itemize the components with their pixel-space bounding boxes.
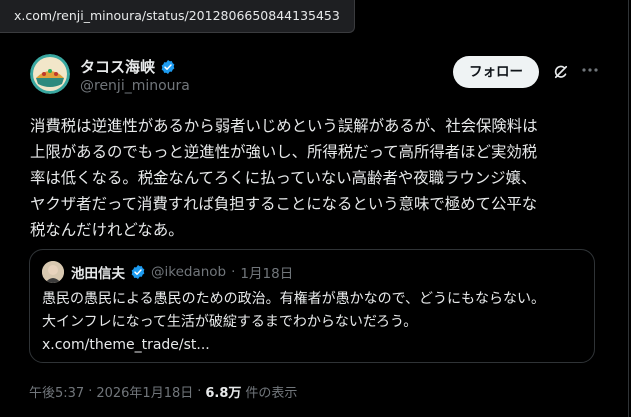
author-avatar[interactable] (30, 54, 70, 94)
quote-link[interactable]: x.com/theme_trade/st... (42, 337, 210, 353)
grok-icon[interactable] (552, 63, 570, 81)
author-display-name[interactable]: タコス海峡 (80, 56, 155, 77)
meta-separator: · (197, 384, 202, 399)
column-divider (628, 0, 629, 417)
url-status-chip: x.com/renji_minoura/status/2012806650844… (0, 0, 355, 33)
quote-body: 愚民の愚民による愚民のための政治。有権者が愚かなので、どうにもならない。 大イン… (42, 288, 587, 357)
tweet-header: タコス海峡 @renji_minoura フォロー (30, 54, 613, 102)
tweet-footer-meta: 午後5:37 · 2026年1月18日 · 6.8万 件の表示 (29, 382, 297, 401)
quote-header: 池田信夫 @ikedanob · 1月18日 (71, 262, 293, 282)
quote-date: 1月18日 (240, 266, 294, 282)
author-name-row: タコス海峡 (80, 56, 176, 77)
tweet-time[interactable]: 午後5:37 (29, 382, 84, 401)
views-label: 件の表示 (245, 386, 298, 401)
tweet-text: 消費税は逆進性があるから弱者いじめという誤解があるが、社会保険料は 上限があるの… (30, 117, 538, 239)
quote-author-name: 池田信夫 (71, 266, 125, 282)
quote-text: 愚民の愚民による愚民のための政治。有権者が愚かなので、どうにもならない。 大イン… (42, 291, 546, 330)
verified-badge-icon (160, 59, 176, 75)
quote-separator: · (231, 264, 236, 280)
quote-author-handle: @ikedanob (151, 264, 227, 280)
author-handle[interactable]: @renji_minoura (80, 78, 190, 94)
quoted-tweet-card[interactable]: 池田信夫 @ikedanob · 1月18日 愚民の愚民による愚民のための政治。… (29, 249, 595, 363)
follow-button[interactable]: フォロー (453, 56, 539, 88)
quote-verified-badge-icon (130, 264, 146, 280)
tweet-date[interactable]: 2026年1月18日 (96, 382, 193, 401)
meta-separator: · (88, 384, 93, 399)
quote-author-avatar (42, 261, 64, 283)
views-count: 6.8万 (205, 386, 242, 401)
more-icon[interactable] (580, 60, 600, 80)
